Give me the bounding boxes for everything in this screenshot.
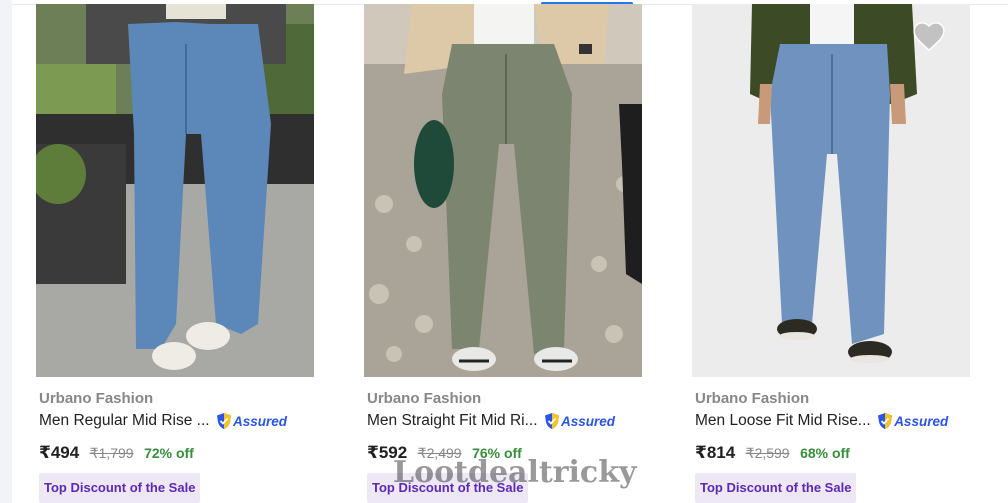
assured-label: Assured (233, 413, 288, 429)
sale-badge: Top Discount of the Sale (367, 473, 529, 503)
sale-badge: Top Discount of the Sale (39, 473, 201, 503)
shield-check-icon (217, 413, 232, 429)
original-price: ₹2,499 (417, 445, 462, 461)
product-card[interactable]: Urbano Fashion Men Straight Fit Mid Ri..… (364, 4, 664, 503)
original-price: ₹2,599 (745, 445, 790, 461)
brand-name: Urbano Fashion (39, 390, 154, 407)
product-title[interactable]: Men Regular Mid Rise ... (39, 412, 210, 430)
assured-label: Assured (894, 413, 949, 429)
product-title[interactable]: Men Loose Fit Mid Rise... (695, 412, 871, 430)
left-rail (0, 0, 12, 503)
discount-percent: 72% off (144, 445, 194, 461)
product-card[interactable]: Urbano Fashion Men Loose Fit Mid Rise...… (692, 4, 992, 503)
product-image[interactable] (364, 4, 642, 377)
shield-check-icon (878, 413, 893, 429)
assured-label: Assured (561, 413, 616, 429)
product-title[interactable]: Men Straight Fit Mid Ri... (367, 412, 538, 430)
original-price: ₹1,799 (89, 445, 134, 461)
assured-badge: Assured (216, 412, 287, 430)
discount-percent: 76% off (472, 445, 522, 461)
brand-name: Urbano Fashion (695, 390, 810, 407)
sale-badge: Top Discount of the Sale (695, 473, 857, 503)
product-card[interactable]: Urbano Fashion Men Regular Mid Rise ... … (36, 4, 336, 503)
product-image[interactable] (692, 4, 970, 377)
brand-name: Urbano Fashion (367, 390, 482, 407)
assured-badge: Assured (544, 412, 615, 430)
heart-icon[interactable] (912, 20, 946, 52)
assured-badge: Assured (877, 412, 948, 430)
price: ₹494 (39, 443, 80, 462)
product-image[interactable] (36, 4, 314, 377)
discount-percent: 68% off (800, 445, 850, 461)
price: ₹814 (695, 443, 736, 462)
shield-check-icon (545, 413, 559, 429)
price: ₹592 (367, 443, 408, 462)
